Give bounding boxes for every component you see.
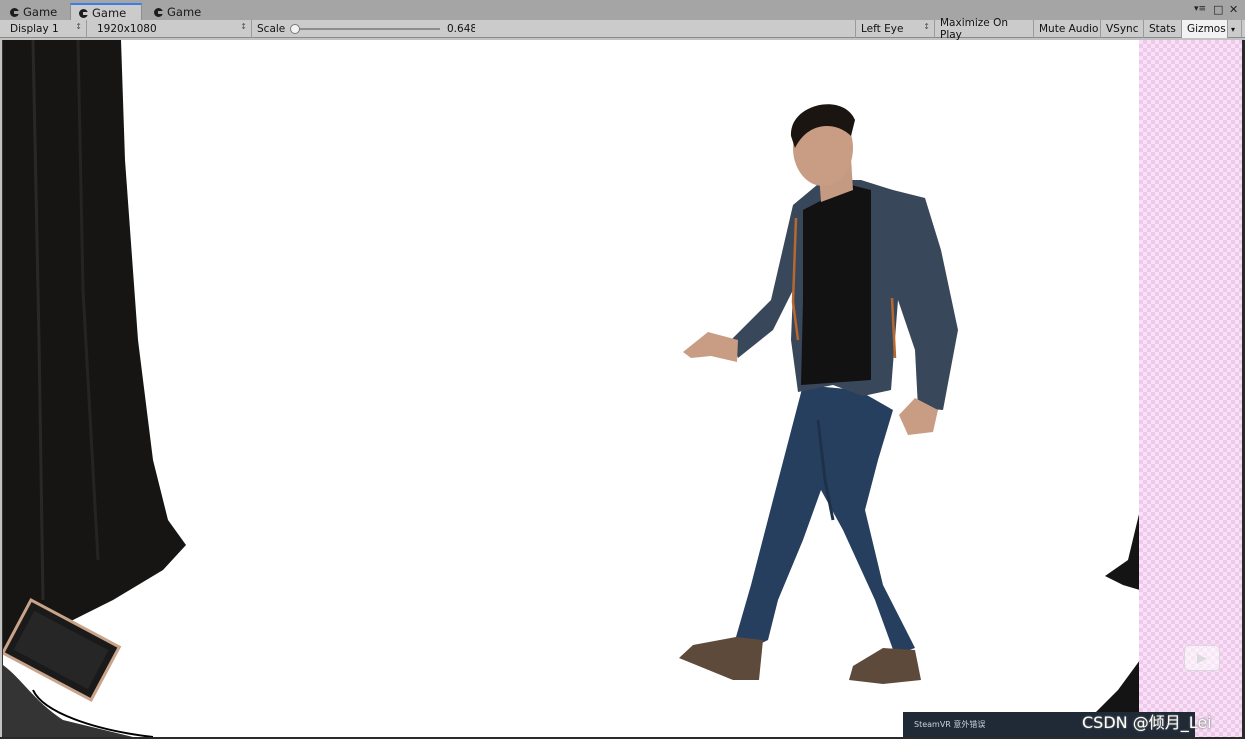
display-dropdown[interactable]: Display 1 [5, 20, 87, 38]
scale-slider-track[interactable] [295, 28, 440, 30]
close-icon[interactable]: ✕ [1229, 3, 1238, 16]
scale-label: Scale [257, 23, 286, 35]
unity-icon [10, 7, 19, 17]
gizmos-dropdown-arrow[interactable]: ▾ [1228, 20, 1242, 38]
unity-icon [79, 8, 88, 18]
gizmos-label: Gizmos [1187, 23, 1226, 35]
out-of-view-area [1139, 40, 1242, 737]
gizmos-toggle[interactable]: Gizmos [1182, 20, 1228, 38]
vsync-label: VSync [1106, 23, 1139, 35]
toast-text: SteamVR 意外错误 [914, 720, 986, 729]
tab-label: Game [23, 5, 58, 19]
unity-icon [154, 7, 163, 17]
maximize-on-play-label: Maximize On Play [940, 17, 1008, 41]
mute-audio-label: Mute Audio [1039, 23, 1099, 35]
eye-label: Left Eye [861, 23, 904, 35]
tab-game-2[interactable]: Game [70, 3, 142, 20]
tab-game-1[interactable]: Game [2, 3, 65, 20]
tab-label: Game [92, 6, 127, 20]
vsync-toggle[interactable]: VSync [1101, 20, 1144, 38]
resolution-label: 1920x1080 [97, 23, 157, 35]
play-icon: ▶ [1197, 650, 1207, 666]
game-viewport[interactable] [2, 40, 1139, 737]
display-label: Display 1 [10, 23, 59, 35]
tab-strip: Game Game Game ▾≡ □ ✕ [0, 0, 1245, 20]
right-curtain [1105, 514, 1139, 590]
black-curtain [3, 40, 186, 650]
watermark-text: CSDN @倾月_Lei [1082, 713, 1212, 732]
panel-menu-icon[interactable]: ▾≡ [1194, 4, 1206, 14]
maximize-on-play-toggle[interactable]: Maximize On Play [935, 17, 1034, 41]
tab-game-3[interactable]: Game [146, 3, 209, 20]
video-play-button[interactable]: ▶ [1184, 645, 1220, 671]
scale-value: 0.648 [447, 23, 475, 35]
scale-slider-knob[interactable] [290, 24, 300, 34]
scene-render [3, 40, 1139, 737]
game-view-toolbar: Display 1 1920x1080 Scale 0.648 Left Eye… [0, 17, 1245, 41]
person-figure [679, 104, 958, 684]
resolution-dropdown[interactable]: 1920x1080 [92, 20, 252, 38]
stats-label: Stats [1149, 23, 1176, 35]
eye-dropdown[interactable]: Left Eye [855, 20, 935, 38]
maximize-icon[interactable]: □ [1213, 3, 1223, 16]
stats-toggle[interactable]: Stats [1144, 20, 1182, 38]
mute-audio-toggle[interactable]: Mute Audio [1034, 20, 1101, 38]
tab-label: Game [167, 5, 202, 19]
